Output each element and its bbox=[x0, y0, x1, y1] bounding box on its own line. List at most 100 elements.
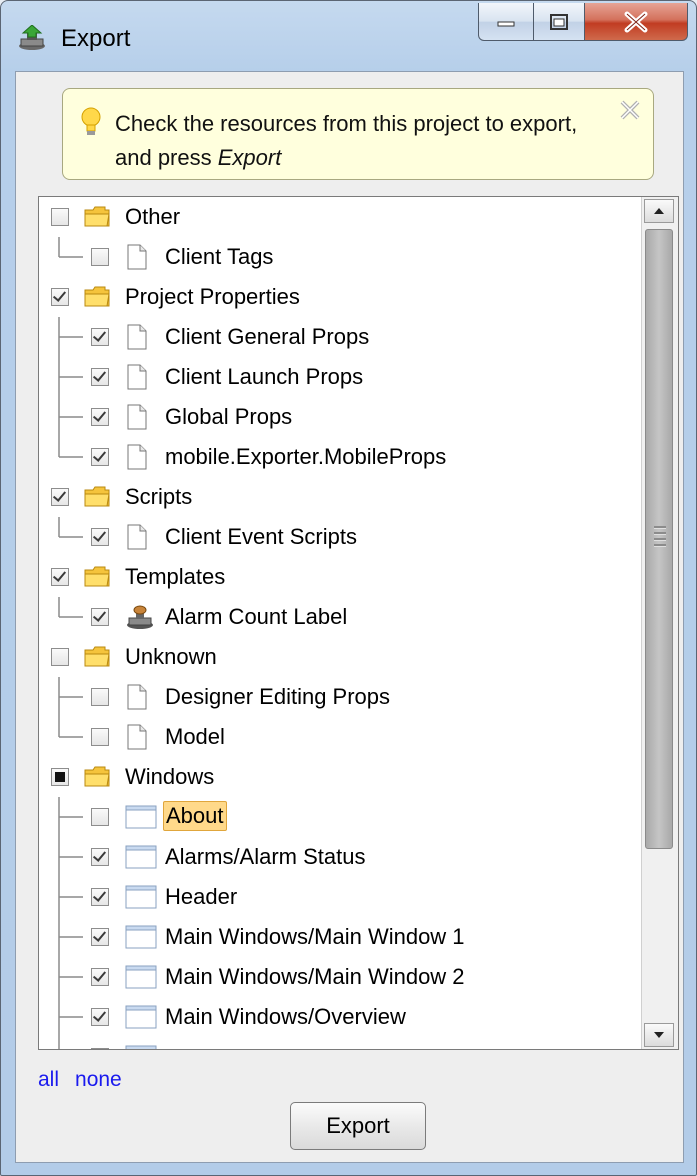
tree-connector-line bbox=[55, 317, 85, 362]
tree-folder-row[interactable]: Other bbox=[39, 197, 639, 237]
checkbox[interactable] bbox=[91, 528, 109, 546]
checkbox[interactable] bbox=[91, 808, 109, 826]
checkbox[interactable] bbox=[51, 568, 69, 586]
tip-box: Check the resources from this project to… bbox=[62, 88, 654, 180]
tip-text: Check the resources from this project to… bbox=[115, 107, 585, 175]
tree-connector-line bbox=[55, 1037, 85, 1049]
tree-item-label: Main Windows/Main Window 1 bbox=[165, 924, 465, 949]
tree-item-row[interactable]: Global Props bbox=[39, 397, 639, 437]
selection-links: all none bbox=[38, 1068, 138, 1092]
checkbox[interactable] bbox=[91, 408, 109, 426]
checkbox[interactable] bbox=[91, 448, 109, 466]
tree-item-label: Client Event Scripts bbox=[165, 524, 357, 549]
scroll-down-button[interactable] bbox=[644, 1023, 674, 1047]
tree-connector-line bbox=[55, 517, 85, 562]
tree-item-label: mobile.Exporter.MobileProps bbox=[165, 444, 447, 469]
tree-item-label: Main Windows/Main Window 2 bbox=[165, 964, 465, 989]
tree-item-row[interactable]: mobile.Exporter.MobileProps bbox=[39, 437, 639, 477]
checkbox[interactable] bbox=[91, 248, 109, 266]
tree-connector-line bbox=[55, 677, 85, 722]
window-icon bbox=[125, 964, 157, 995]
folder-icon bbox=[83, 764, 111, 795]
tree-connector-line bbox=[55, 437, 85, 482]
window-icon bbox=[125, 1044, 157, 1049]
tree-folder-row[interactable]: Windows bbox=[39, 757, 639, 797]
window-icon bbox=[125, 924, 157, 955]
tree-item-row[interactable]: Client Event Scripts bbox=[39, 517, 639, 557]
document-icon bbox=[125, 684, 149, 715]
tree-item-label: Unknown bbox=[125, 644, 217, 669]
checkbox[interactable] bbox=[51, 648, 69, 666]
folder-icon bbox=[83, 284, 111, 315]
maximize-button[interactable] bbox=[533, 3, 585, 41]
close-icon[interactable] bbox=[619, 99, 641, 121]
tree-item-row[interactable] bbox=[39, 1037, 639, 1049]
checkbox[interactable] bbox=[91, 848, 109, 866]
tip-message: Check the resources from this project to… bbox=[115, 111, 578, 170]
dialog-content: Check the resources from this project to… bbox=[15, 71, 684, 1163]
tree-connector-line bbox=[55, 917, 85, 962]
tree-item-row[interactable]: About bbox=[39, 797, 639, 837]
folder-icon bbox=[83, 484, 111, 515]
minimize-icon bbox=[497, 21, 515, 26]
tree-item-row[interactable]: Alarms/Alarm Status bbox=[39, 837, 639, 877]
folder-icon bbox=[83, 564, 111, 595]
tree-item-label: Main Windows/Overview bbox=[165, 1004, 406, 1029]
select-all-link[interactable]: all bbox=[38, 1068, 59, 1091]
document-icon bbox=[125, 364, 149, 395]
resource-tree[interactable]: Other Client Tags Project Properties Client… bbox=[38, 196, 679, 1050]
checkbox[interactable] bbox=[91, 368, 109, 386]
checkbox[interactable] bbox=[91, 928, 109, 946]
tip-emphasis: Export bbox=[217, 145, 282, 170]
tree-item-row[interactable]: Model bbox=[39, 717, 639, 757]
tree-item-row[interactable]: Client Launch Props bbox=[39, 357, 639, 397]
lightbulb-icon bbox=[81, 107, 101, 135]
checkbox[interactable] bbox=[51, 768, 69, 786]
scrollbar-thumb[interactable] bbox=[645, 229, 673, 849]
checkbox[interactable] bbox=[91, 968, 109, 986]
tree-rows: Other Client Tags Project Properties Client… bbox=[39, 197, 639, 1049]
tree-folder-row[interactable]: Templates bbox=[39, 557, 639, 597]
window-title: Export bbox=[61, 25, 131, 52]
tree-folder-row[interactable]: Scripts bbox=[39, 477, 639, 517]
export-button[interactable]: Export bbox=[290, 1102, 426, 1150]
checkbox[interactable] bbox=[91, 728, 109, 746]
checkbox[interactable] bbox=[51, 288, 69, 306]
checkbox[interactable] bbox=[51, 208, 69, 226]
tree-item-row[interactable]: Client Tags bbox=[39, 237, 639, 277]
window-icon bbox=[125, 844, 157, 875]
tree-item-row[interactable]: Main Windows/Overview bbox=[39, 997, 639, 1037]
checkbox[interactable] bbox=[91, 328, 109, 346]
tree-item-row[interactable]: Header bbox=[39, 877, 639, 917]
tree-folder-row[interactable]: Project Properties bbox=[39, 277, 639, 317]
select-none-link[interactable]: none bbox=[75, 1068, 122, 1091]
tree-item-label: Other bbox=[125, 204, 181, 229]
minimize-button[interactable] bbox=[478, 3, 534, 41]
tree-folder-row[interactable]: Unknown bbox=[39, 637, 639, 677]
tree-item-label: Header bbox=[165, 884, 238, 909]
tree-item-row[interactable]: Main Windows/Main Window 2 bbox=[39, 957, 639, 997]
tree-item-label: Project Properties bbox=[125, 284, 300, 309]
tree-connector-line bbox=[55, 357, 85, 402]
tree-item-label: Client General Props bbox=[165, 324, 370, 349]
tree-item-row[interactable]: Client General Props bbox=[39, 317, 639, 357]
checkbox[interactable] bbox=[91, 1008, 109, 1026]
tree-connector-line bbox=[55, 997, 85, 1042]
tree-item-label: About bbox=[163, 801, 227, 831]
checkbox[interactable] bbox=[91, 1048, 109, 1049]
window-icon bbox=[125, 1004, 157, 1035]
checkbox[interactable] bbox=[91, 688, 109, 706]
checkbox[interactable] bbox=[91, 888, 109, 906]
vertical-scrollbar[interactable] bbox=[641, 197, 678, 1049]
tree-item-label: Scripts bbox=[125, 484, 193, 509]
title-bar[interactable]: Export bbox=[1, 1, 696, 71]
close-button[interactable] bbox=[584, 3, 688, 41]
checkbox[interactable] bbox=[91, 608, 109, 626]
document-icon bbox=[125, 444, 149, 475]
checkbox[interactable] bbox=[51, 488, 69, 506]
tree-item-row[interactable]: Alarm Count Label bbox=[39, 597, 639, 637]
scroll-up-button[interactable] bbox=[644, 199, 674, 223]
tree-item-label: Alarms/Alarm Status bbox=[165, 844, 366, 869]
tree-item-row[interactable]: Designer Editing Props bbox=[39, 677, 639, 717]
tree-item-row[interactable]: Main Windows/Main Window 1 bbox=[39, 917, 639, 957]
